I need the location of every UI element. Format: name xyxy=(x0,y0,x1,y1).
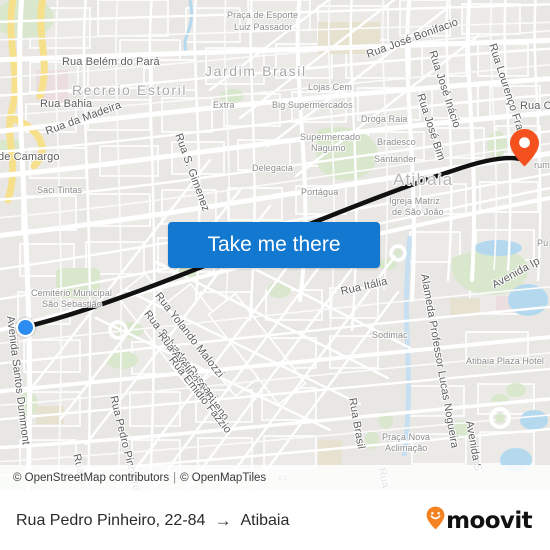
moovit-trip-screenshot: .blk { fill:#efedea; stroke:#ffffff; str… xyxy=(0,0,550,550)
destination-pin[interactable] xyxy=(509,128,540,168)
trip-origin-label: Rua Pedro Pinheiro, 22-84 xyxy=(16,511,206,529)
moovit-logo[interactable]: moovit xyxy=(426,506,533,535)
moovit-pin-icon xyxy=(426,506,445,535)
trip-destination-label: Atibaia xyxy=(240,511,290,529)
take-me-there-button[interactable]: Take me there xyxy=(168,222,380,268)
attribution-openmaptiles[interactable]: © OpenMapTiles xyxy=(180,472,266,484)
arrow-right-icon: → xyxy=(214,510,232,530)
map-canvas[interactable]: .blk { fill:#efedea; stroke:#ffffff; str… xyxy=(0,0,550,490)
moovit-wordmark: moovit xyxy=(446,507,532,534)
origin-dot[interactable] xyxy=(16,318,35,337)
attribution-osm[interactable]: © OpenStreetMap contributors xyxy=(13,472,169,484)
trip-footer: Rua Pedro Pinheiro, 22-84 → Atibaia moov… xyxy=(0,490,550,550)
trip-summary: Rua Pedro Pinheiro, 22-84 → Atibaia xyxy=(16,511,289,531)
map-attribution: © OpenStreetMap contributors | © OpenMap… xyxy=(0,465,550,490)
attribution-separator: | xyxy=(173,471,177,484)
